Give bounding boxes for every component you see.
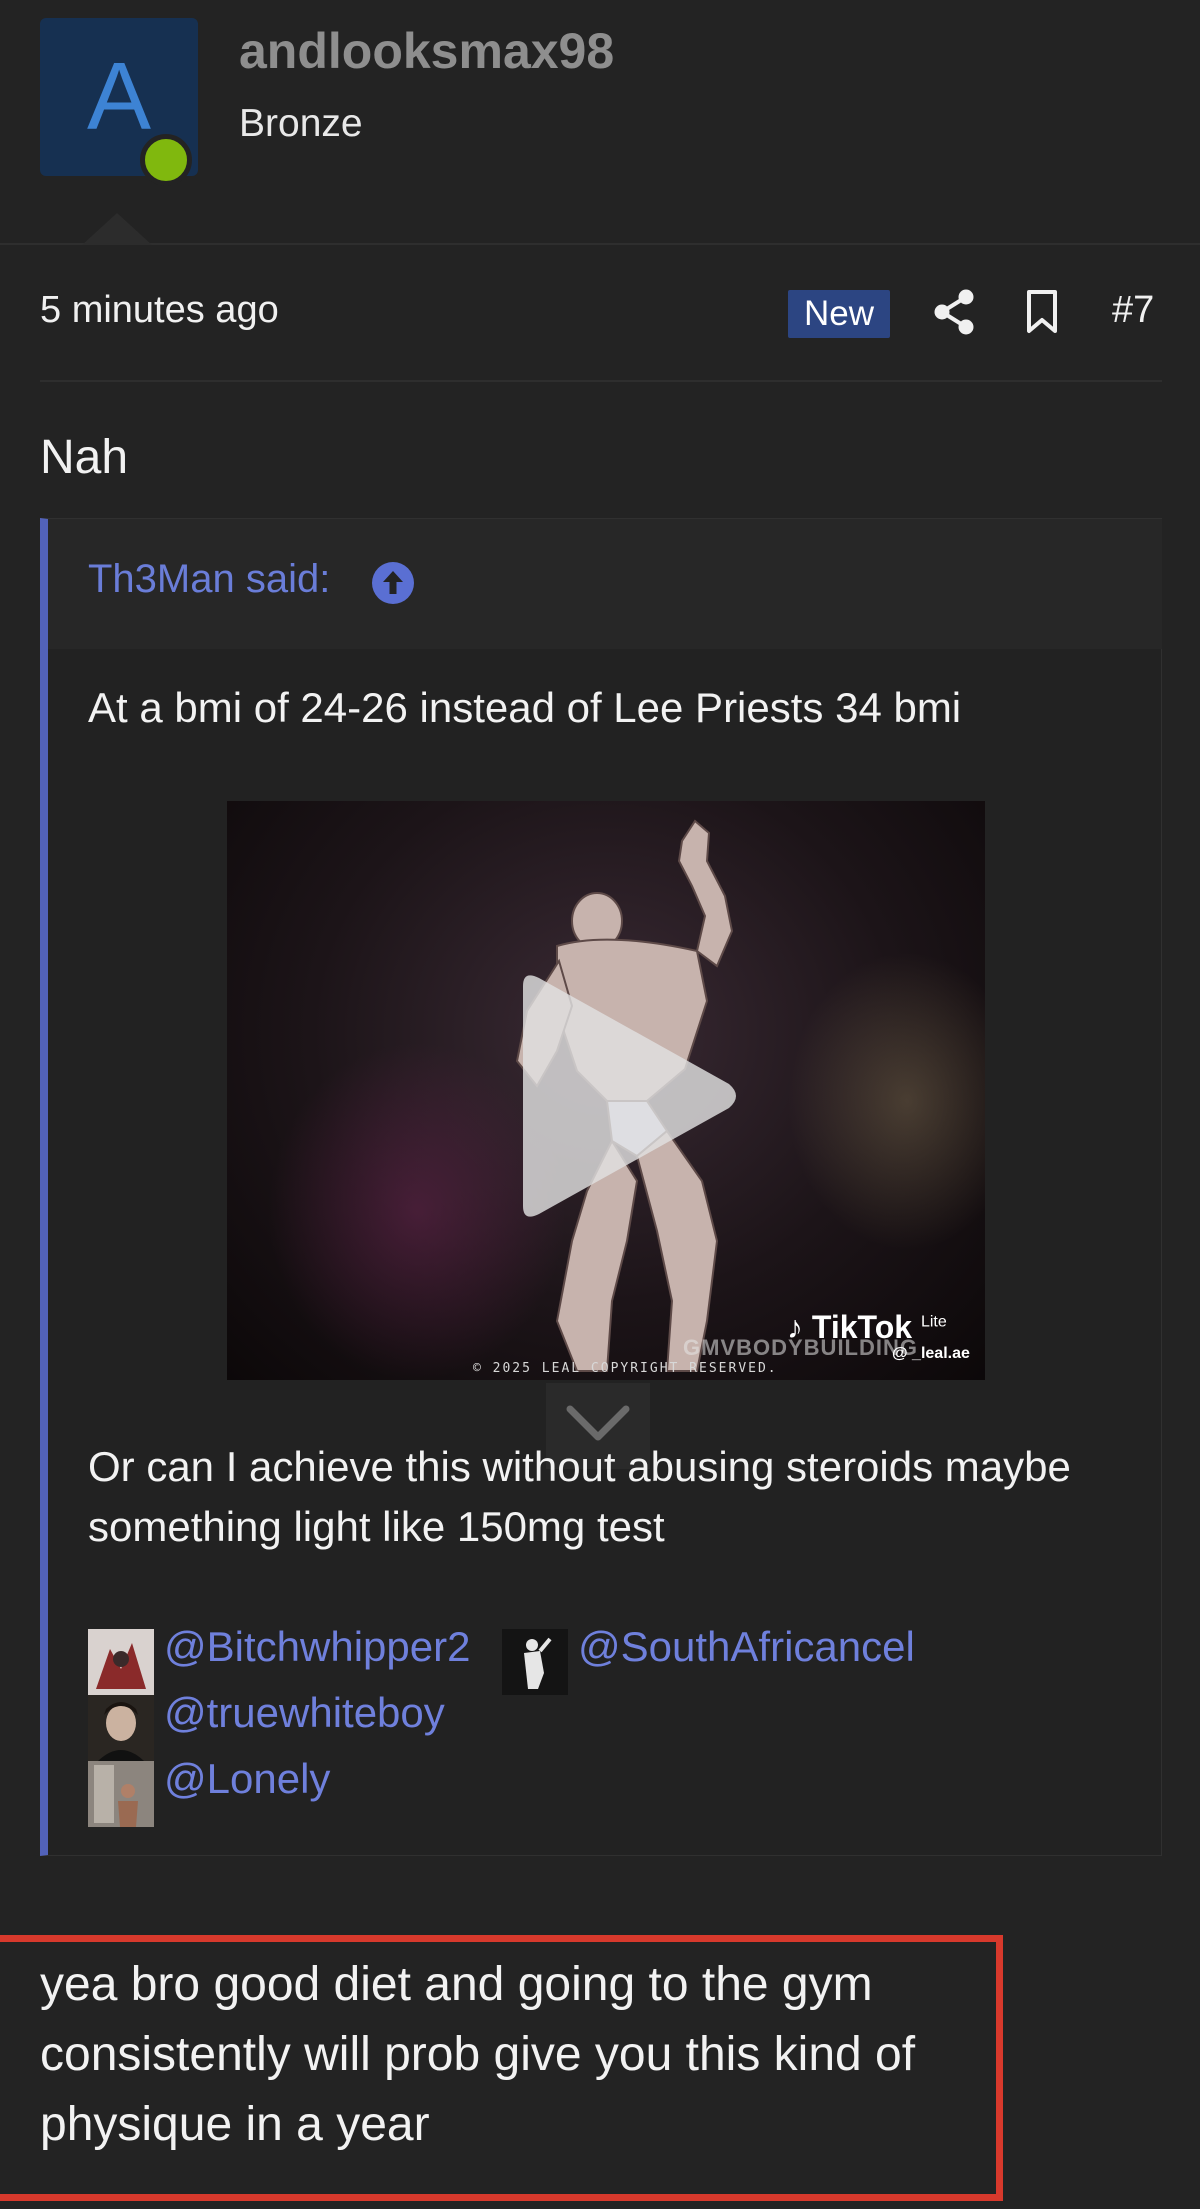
- post-intro-text: Nah: [40, 431, 129, 484]
- quote-text-line1: At a bmi of 24-26 instead of Lee Priests…: [88, 684, 962, 731]
- video-handle: @ _leal.ae: [892, 1345, 970, 1362]
- mention-avatar[interactable]: [502, 1629, 568, 1695]
- video-copyright: © 2025 LEAL COPYRIGHT RESERVED.: [473, 1361, 778, 1376]
- quote-block: Th3Man said: At a bmi of 24-26 instead o…: [40, 518, 1162, 1856]
- new-badge: New: [788, 290, 890, 338]
- video-embed[interactable]: ♪ TikTok Lite GMVBODYBUILDING @ _leal.ae…: [227, 801, 985, 1380]
- share-icon[interactable]: [933, 289, 975, 335]
- quote-author[interactable]: Th3Man said:: [88, 557, 330, 602]
- bookmark-icon[interactable]: [1025, 289, 1059, 335]
- post-number-link[interactable]: #7: [1112, 289, 1154, 332]
- quote-header: Th3Man said:: [48, 519, 1162, 649]
- reply-text: yea bro good diet and going to the gym c…: [40, 1958, 916, 2151]
- arrow-circle-up-icon[interactable]: [371, 561, 415, 605]
- mention-link[interactable]: @Lonely: [164, 1755, 330, 1803]
- post-timestamp[interactable]: 5 minutes ago: [40, 289, 279, 332]
- user-header: A andlooksmax98 Bronze: [0, 0, 1200, 245]
- play-icon[interactable]: [507, 966, 747, 1226]
- mention-link[interactable]: @SouthAfricancel: [578, 1623, 915, 1671]
- quote-text-line2: Or can I achieve this without abusing st…: [88, 1443, 1071, 1550]
- tiktok-lite-label: Lite: [920, 1313, 947, 1331]
- mention-avatar[interactable]: [88, 1761, 154, 1827]
- post-meta-bar: 5 minutes ago New #7: [40, 245, 1162, 382]
- mention-avatar[interactable]: [88, 1629, 154, 1695]
- username[interactable]: andlooksmax98: [239, 22, 614, 80]
- mention-link[interactable]: @Bitchwhipper2: [164, 1623, 470, 1671]
- mention-link[interactable]: @truewhiteboy: [164, 1689, 445, 1737]
- mention-avatar[interactable]: [88, 1695, 154, 1761]
- video-watermark: GMVBODYBUILDING: [683, 1335, 918, 1360]
- header-notch: [82, 213, 152, 245]
- online-status-indicator: [140, 134, 192, 186]
- user-rank: Bronze: [239, 102, 363, 145]
